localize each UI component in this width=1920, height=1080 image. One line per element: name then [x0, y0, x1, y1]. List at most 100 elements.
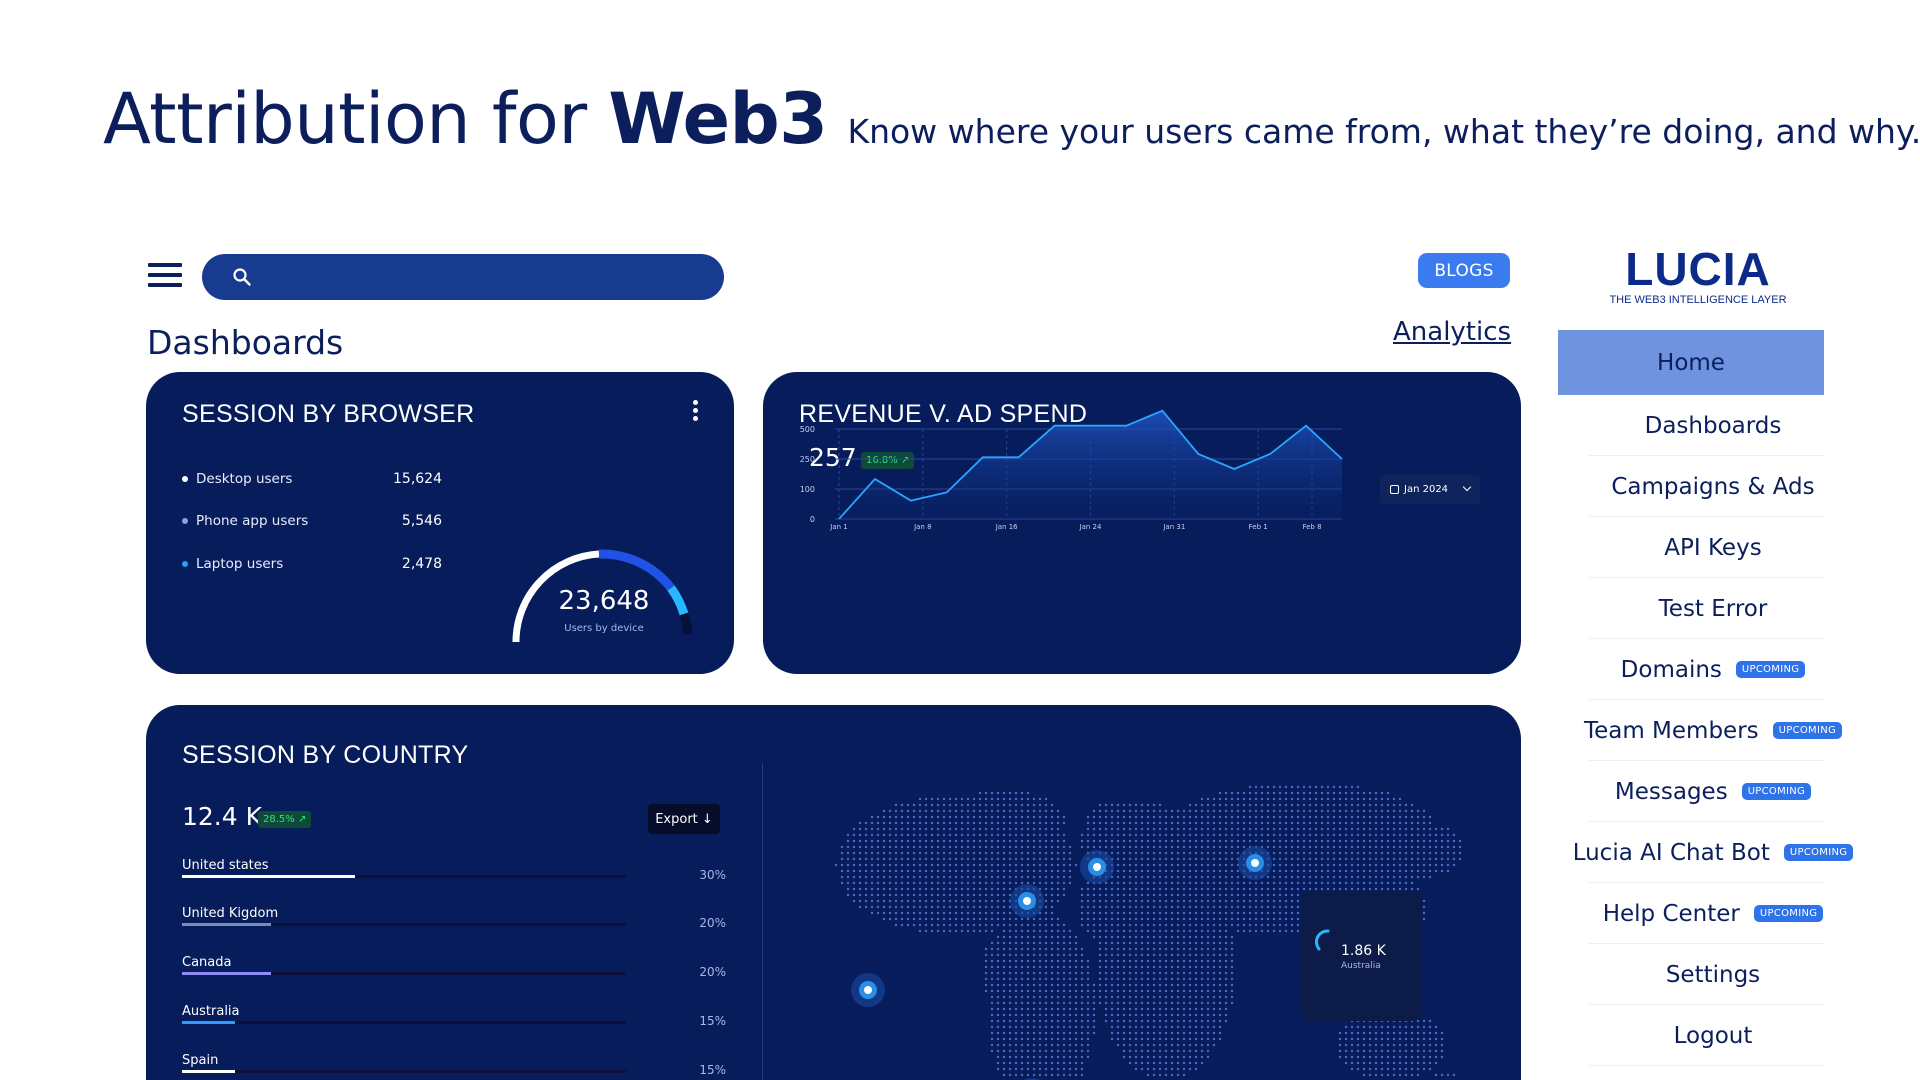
- sidebar-item-label: API Keys: [1664, 534, 1762, 561]
- country-bar-fill: [182, 972, 271, 975]
- map-hotspot-center: [1093, 863, 1101, 871]
- lucia-logo[interactable]: LUCIA THE WEB3 INTELLIGENCE LAYER: [1608, 246, 1788, 306]
- chart-x-tick: Jan 24: [1079, 523, 1102, 531]
- hamburger-menu-icon[interactable]: [148, 263, 182, 289]
- country-row: United Kigdom 20%: [182, 906, 726, 946]
- blogs-button[interactable]: BLOGS: [1418, 253, 1510, 288]
- chart-x-tick: Feb 1: [1249, 523, 1268, 531]
- tooltip-arc-icon: [1314, 929, 1330, 951]
- browser-stat-label: Desktop users: [196, 471, 293, 487]
- sidebar-item-dashboards[interactable]: Dashboards: [1558, 395, 1868, 456]
- country-name: United states: [182, 858, 269, 873]
- sidebar-item-label: Messages: [1614, 778, 1728, 805]
- logo-tagline: THE WEB3 INTELLIGENCE LAYER: [1609, 294, 1787, 306]
- country-percent: 15%: [699, 1014, 726, 1028]
- chart-y-tick: 100: [800, 485, 815, 494]
- legend-dot: [182, 518, 188, 524]
- session-by-browser-title: SESSION BY BROWSER: [182, 400, 475, 428]
- nav-separator: [1588, 1065, 1824, 1066]
- revenue-chart: 500 250 100 0 Jan 1 Jan 8 Jan 16 Jan 24 Jan 31 Fe…: [800, 409, 1343, 531]
- country-bar-track: [182, 972, 626, 975]
- country-name: Canada: [182, 955, 232, 970]
- session-by-country-card: SESSION BY COUNTRY 12.4 K 28.5% ↗ Export…: [146, 705, 1521, 1080]
- upcoming-badge: UPCOMING: [1753, 905, 1824, 922]
- browser-stat-value: 5,546: [401, 513, 442, 529]
- sidebar-item-label: Dashboards: [1644, 412, 1782, 439]
- chart-x-tick: Jan 31: [1162, 523, 1185, 531]
- export-button[interactable]: Export ↓: [648, 804, 720, 834]
- legend-dot: [182, 476, 188, 482]
- country-row: Canada 20%: [182, 955, 726, 995]
- sidebar-item-label: Domains: [1620, 656, 1722, 683]
- revenue-card: REVENUE V. AD SPEND 257 16.8% ↗ Jan 2024…: [763, 372, 1521, 674]
- sidebar-item-campaigns-ads[interactable]: Campaigns & Ads: [1558, 456, 1868, 517]
- search-bar[interactable]: [202, 254, 724, 300]
- country-divider: [762, 763, 763, 1080]
- country-row: Spain 15%: [182, 1053, 726, 1080]
- hero-tagline: Know where your users came from, what th…: [847, 112, 1920, 151]
- sidebar-item-label: Lucia AI Chat Bot: [1572, 839, 1770, 866]
- legend-dot: [182, 561, 188, 567]
- device-total-caption: Users by device: [564, 623, 644, 634]
- browser-stat-label: Laptop users: [196, 556, 284, 572]
- hero-title: Attribution for Web3: [103, 78, 828, 160]
- country-name: United Kigdom: [182, 906, 279, 921]
- sidebar-item-label: Logout: [1673, 1022, 1753, 1049]
- sidebar-nav: Home Dashboards Campaigns & Ads API Keys Tes…: [1558, 330, 1868, 1066]
- sidebar-item-home[interactable]: Home: [1558, 330, 1824, 395]
- chart-y-tick: 500: [800, 425, 815, 434]
- search-input[interactable]: [264, 262, 704, 292]
- sidebar-item-lucia-ai-chat-bot[interactable]: Lucia AI Chat Bot UPCOMING: [1558, 822, 1868, 883]
- country-bar-track: [182, 875, 626, 878]
- country-bar-track: [182, 923, 626, 926]
- sidebar-item-label: Campaigns & Ads: [1611, 473, 1815, 500]
- chart-area: [839, 410, 1342, 519]
- country-row: Australia 15%: [182, 1004, 726, 1044]
- browser-stat-row: Laptop users 2,478: [182, 553, 442, 575]
- browser-stat-value: 2,478: [401, 556, 442, 572]
- chart-x-tick: Jan 1: [829, 523, 847, 531]
- upcoming-badge: UPCOMING: [1741, 783, 1812, 800]
- country-percent: 15%: [699, 1063, 726, 1077]
- sidebar-item-api-keys[interactable]: API Keys: [1558, 517, 1868, 578]
- sidebar-item-team-members[interactable]: Team Members UPCOMING: [1558, 700, 1868, 761]
- sidebar-item-messages[interactable]: Messages UPCOMING: [1558, 761, 1868, 822]
- browser-stat-value: 15,624: [393, 471, 442, 487]
- browser-stat-row: Desktop users 15,624: [182, 468, 442, 490]
- page-title: Dashboards: [147, 323, 344, 362]
- sidebar-item-test-error[interactable]: Test Error: [1558, 578, 1868, 639]
- country-bar-fill: [182, 1070, 236, 1073]
- country-percent: 20%: [699, 916, 726, 930]
- upcoming-badge: UPCOMING: [1772, 722, 1843, 739]
- sidebar-item-domains[interactable]: Domains UPCOMING: [1558, 639, 1868, 700]
- sidebar-item-logout[interactable]: Logout: [1558, 1005, 1868, 1066]
- sidebar-item-label: Help Center: [1602, 900, 1740, 927]
- more-options-icon[interactable]: [690, 400, 700, 424]
- analytics-link[interactable]: Analytics: [1393, 317, 1511, 347]
- sidebar-item-label: Settings: [1665, 961, 1761, 988]
- country-bar-track: [182, 1021, 626, 1024]
- country-name: Spain: [182, 1053, 219, 1068]
- sidebar-item-label: Test Error: [1658, 595, 1768, 622]
- country-bar-fill: [182, 923, 271, 926]
- map-hotspot-center: [1023, 897, 1031, 905]
- gauge-phone-arc: [598, 549, 675, 591]
- sidebar-item-label: Home: [1657, 349, 1725, 376]
- map-hotspot-center: [864, 986, 872, 994]
- chart-y-tick: 250: [800, 455, 815, 464]
- chart-y-tick: 0: [810, 515, 815, 524]
- device-total-value: 23,648: [558, 586, 650, 616]
- logo-wordmark: LUCIA: [1625, 243, 1771, 295]
- upcoming-badge: UPCOMING: [1735, 661, 1806, 678]
- session-by-browser-card: SESSION BY BROWSER Desktop users 15,624 …: [146, 372, 734, 674]
- country-total: 12.4 K: [182, 802, 263, 831]
- sidebar-item-settings[interactable]: Settings: [1558, 944, 1868, 1005]
- hero-title-prefix: Attribution for: [103, 78, 609, 160]
- upcoming-badge: UPCOMING: [1783, 844, 1854, 861]
- hero-heading: Attribution for Web3 Know where your use…: [103, 78, 1920, 160]
- browser-stat-row: Phone app users 5,546: [182, 510, 442, 532]
- country-row: United states 30%: [182, 858, 726, 898]
- country-bar-fill: [182, 875, 356, 878]
- chart-x-tick: Feb 8: [1302, 523, 1321, 531]
- sidebar-item-help-center[interactable]: Help Center UPCOMING: [1558, 883, 1868, 944]
